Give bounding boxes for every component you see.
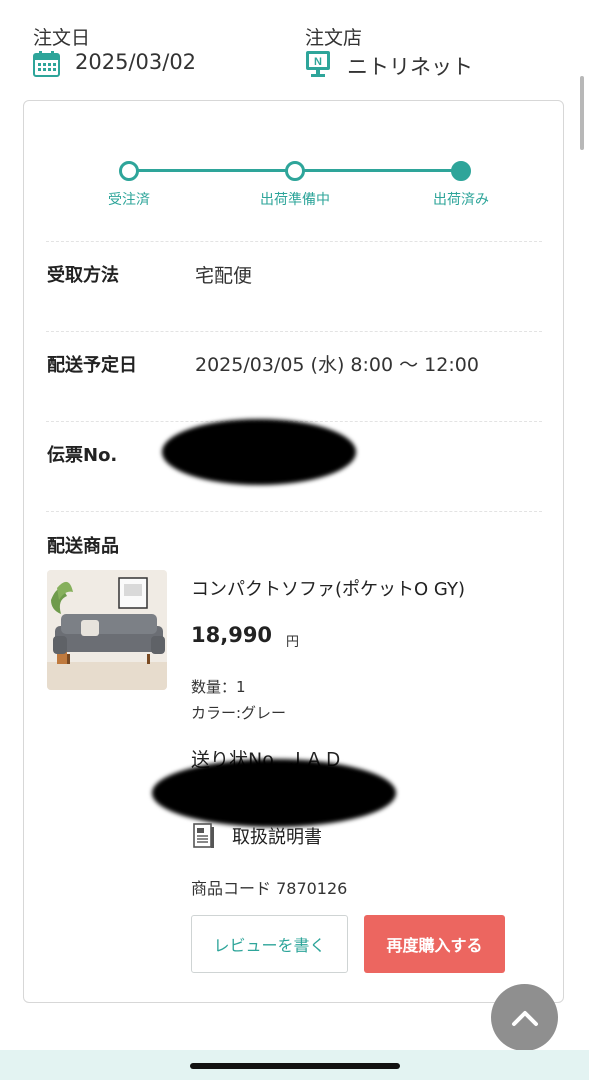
slip-number-label: 伝票No. <box>47 445 118 466</box>
divider <box>46 241 542 242</box>
redacted-invoice-number <box>152 759 396 827</box>
sofa-image <box>47 570 167 690</box>
order-date-label: 注文日 <box>33 27 91 49</box>
home-indicator[interactable] <box>190 1063 400 1069</box>
buy-again-button[interactable]: 再度購入する <box>364 915 505 973</box>
step-label-shipped: 出荷済み <box>433 192 489 208</box>
order-status-stepper: 受注済 出荷準備中 出荷済み <box>24 101 565 241</box>
product-price: 18,990 <box>191 623 273 647</box>
redacted-slip-number <box>162 419 356 485</box>
store-name[interactable]: ニトリネット <box>347 51 473 81</box>
step-label-preparing: 出荷準備中 <box>260 192 330 208</box>
step-dot-shipped <box>451 161 471 181</box>
scroll-to-top-button[interactable] <box>491 984 558 1051</box>
step-dot-ordered <box>119 161 139 181</box>
delivery-date-label: 配送予定日 <box>47 355 137 376</box>
write-review-button[interactable]: レビューを書く <box>191 915 348 973</box>
product-name[interactable]: コンパクトソファ(ポケットO GY) <box>191 575 465 601</box>
store-label: 注文店 <box>305 27 363 49</box>
receive-method-value: 宅配便 <box>195 265 253 287</box>
step-label-ordered: 受注済 <box>108 192 150 208</box>
product-quantity: 数量：1 <box>191 678 246 696</box>
chevron-up-icon <box>511 1010 538 1026</box>
scrollbar-thumb[interactable] <box>580 76 584 150</box>
currency-unit: 円 <box>286 635 300 650</box>
shipped-items-label: 配送商品 <box>47 536 119 557</box>
order-card: 受注済 出荷準備中 出荷済み 受取方法 宅配便 配送予定日 2025/03/05… <box>23 100 564 1003</box>
svg-text:N: N <box>314 56 322 68</box>
order-date: 2025/03/02 <box>75 50 197 74</box>
divider <box>46 331 542 332</box>
product-color: カラー:グレー <box>191 704 287 722</box>
receive-method-label: 受取方法 <box>47 265 119 286</box>
calendar-icon <box>33 51 60 77</box>
manual-icon <box>193 823 214 848</box>
delivery-date-value: 2025/03/05 (水) 8:00 〜 12:00 <box>195 354 479 376</box>
product-code: 商品コード 7870126 <box>191 879 348 898</box>
manual-link[interactable]: 取扱説明書 <box>232 823 322 849</box>
product-thumbnail[interactable] <box>47 570 167 690</box>
step-dot-preparing <box>285 161 305 181</box>
divider <box>46 511 542 512</box>
store-icon: N <box>306 51 330 77</box>
